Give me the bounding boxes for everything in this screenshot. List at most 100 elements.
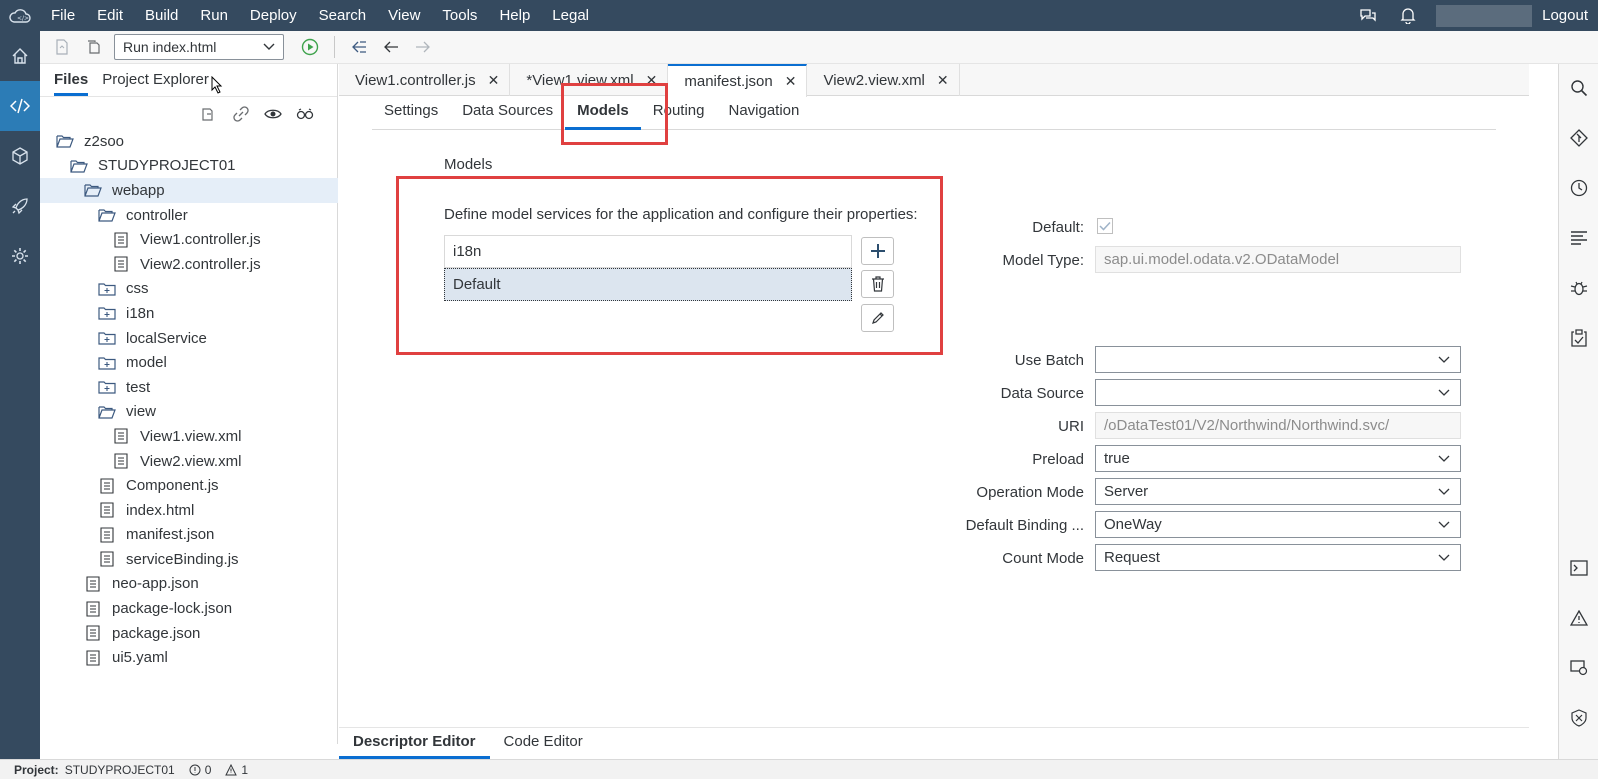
menu-tools[interactable]: Tools: [431, 0, 488, 31]
editor-mode-tab[interactable]: Descriptor Editor: [339, 728, 490, 759]
menu-run[interactable]: Run: [189, 0, 239, 31]
edit-model-button[interactable]: [861, 304, 894, 332]
operation-mode-select[interactable]: Server: [1095, 478, 1461, 505]
user-avatar[interactable]: [1436, 4, 1533, 27]
tree-item[interactable]: controller: [40, 203, 338, 228]
preview-settings-icon[interactable]: [1559, 654, 1598, 682]
menu-help[interactable]: Help: [488, 0, 541, 31]
run-play-icon[interactable]: [294, 31, 326, 64]
save-all-icon[interactable]: [78, 31, 110, 64]
tree-item[interactable]: i18n: [40, 301, 338, 326]
close-icon[interactable]: ✕: [785, 73, 797, 90]
menu-search[interactable]: Search: [308, 0, 378, 31]
use-batch-select[interactable]: [1095, 346, 1461, 373]
problems-warning-icon[interactable]: [1559, 604, 1598, 632]
notification-bell-icon[interactable]: [1388, 0, 1428, 31]
descriptor-sub-tab[interactable]: Models: [565, 96, 641, 130]
preload-select[interactable]: true: [1095, 445, 1461, 472]
settings-gear-icon[interactable]: [0, 231, 40, 281]
model-list-item[interactable]: Default: [444, 268, 852, 301]
run-configuration-select[interactable]: Run index.html: [114, 34, 284, 60]
tree-item-label: package.json: [112, 624, 201, 642]
tab-project-explorer[interactable]: Project Explorer: [102, 71, 209, 96]
tree-item[interactable]: index.html: [40, 498, 338, 523]
menu-legal[interactable]: Legal: [541, 0, 600, 31]
close-icon[interactable]: ✕: [488, 72, 500, 89]
data-source-select[interactable]: [1095, 379, 1461, 406]
menu-deploy[interactable]: Deploy: [239, 0, 308, 31]
tree-item[interactable]: neo-app.json: [40, 572, 338, 597]
link-with-editor-icon[interactable]: [225, 98, 257, 130]
tree-item[interactable]: View2.view.xml: [40, 449, 338, 474]
home-icon[interactable]: [0, 31, 40, 81]
tree-item[interactable]: webapp: [40, 178, 338, 203]
new-file-icon[interactable]: [46, 31, 78, 64]
descriptor-sub-tab[interactable]: Navigation: [716, 96, 811, 130]
code-editor-icon[interactable]: [0, 81, 40, 131]
cloud-logo-icon[interactable]: </>: [0, 0, 40, 31]
editor-tab[interactable]: View1.controller.js ✕: [339, 64, 511, 96]
navigate-forward-icon[interactable]: [407, 31, 439, 64]
tree-item[interactable]: View1.view.xml: [40, 424, 338, 449]
menu-view[interactable]: View: [377, 0, 431, 31]
model-type-field[interactable]: sap.ui.model.odata.v2.ODataModel: [1095, 246, 1461, 273]
tree-item[interactable]: package-lock.json: [40, 596, 338, 621]
clipboard-check-icon[interactable]: [1559, 324, 1598, 352]
tree-item[interactable]: serviceBinding.js: [40, 547, 338, 572]
tree-item[interactable]: z2soo: [40, 129, 338, 154]
count-mode-select[interactable]: Request: [1095, 544, 1461, 571]
tree-item[interactable]: test: [40, 375, 338, 400]
rocket-icon[interactable]: [0, 181, 40, 231]
tree-item[interactable]: ui5.yaml: [40, 645, 338, 670]
security-shield-icon[interactable]: [1559, 704, 1598, 732]
descriptor-sub-tab[interactable]: Routing: [641, 96, 717, 130]
chat-icon[interactable]: [1348, 0, 1388, 31]
tree-item[interactable]: Component.js: [40, 473, 338, 498]
tab-files[interactable]: Files: [54, 71, 89, 96]
tree-item[interactable]: view: [40, 400, 338, 425]
storage-icon[interactable]: [0, 131, 40, 181]
error-count[interactable]: 0: [189, 763, 211, 777]
editor-tab[interactable]: *View1.view.xml ✕: [510, 64, 669, 96]
tree-item-label: serviceBinding.js: [126, 550, 239, 568]
uri-field[interactable]: /oDataTest01/V2/Northwind/Northwind.svc/: [1095, 412, 1461, 439]
default-checkbox[interactable]: [1097, 218, 1113, 234]
tree-item[interactable]: package.json: [40, 621, 338, 646]
console-terminal-icon[interactable]: [1559, 554, 1598, 582]
close-icon[interactable]: ✕: [937, 72, 949, 89]
collapse-all-icon[interactable]: [193, 98, 225, 130]
menu-file[interactable]: File: [40, 0, 86, 31]
error-icon: [189, 764, 201, 775]
show-hidden-files-icon[interactable]: [257, 98, 289, 130]
tree-item[interactable]: View2.controller.js: [40, 252, 338, 277]
close-icon[interactable]: ✕: [646, 72, 658, 89]
editor-mode-tab[interactable]: Code Editor: [490, 728, 597, 759]
editor-tab[interactable]: manifest.json ✕: [668, 64, 808, 97]
warning-count[interactable]: 1: [225, 763, 248, 777]
editor-tab[interactable]: View2.view.xml ✕: [807, 64, 960, 96]
debugger-bug-icon[interactable]: [1559, 274, 1598, 302]
warning-count-value: 1: [241, 762, 249, 777]
tree-item[interactable]: manifest.json: [40, 523, 338, 548]
tree-item-label: View2.view.xml: [140, 452, 242, 470]
tree-item[interactable]: localService: [40, 326, 338, 351]
preview-glasses-icon[interactable]: [289, 98, 321, 130]
tree-item[interactable]: STUDYPROJECT01: [40, 154, 338, 179]
tree-item[interactable]: View1.controller.js: [40, 227, 338, 252]
menu-build[interactable]: Build: [134, 0, 189, 31]
descriptor-sub-tab[interactable]: Data Sources: [450, 96, 565, 130]
git-merge-icon[interactable]: [343, 31, 375, 64]
outline-icon[interactable]: [1559, 224, 1598, 252]
search-icon[interactable]: [1559, 74, 1598, 102]
navigate-back-icon[interactable]: [375, 31, 407, 64]
tree-item[interactable]: css: [40, 277, 338, 302]
history-clock-icon[interactable]: [1559, 174, 1598, 202]
delete-model-button[interactable]: [861, 270, 894, 298]
tree-item[interactable]: model: [40, 350, 338, 375]
git-icon[interactable]: [1559, 124, 1598, 152]
model-list-item[interactable]: i18n: [444, 235, 852, 268]
descriptor-sub-tab[interactable]: Settings: [372, 96, 450, 130]
default-binding-select[interactable]: OneWay: [1095, 511, 1461, 538]
menu-edit[interactable]: Edit: [86, 0, 134, 31]
logout-button[interactable]: Logout: [1542, 7, 1598, 24]
